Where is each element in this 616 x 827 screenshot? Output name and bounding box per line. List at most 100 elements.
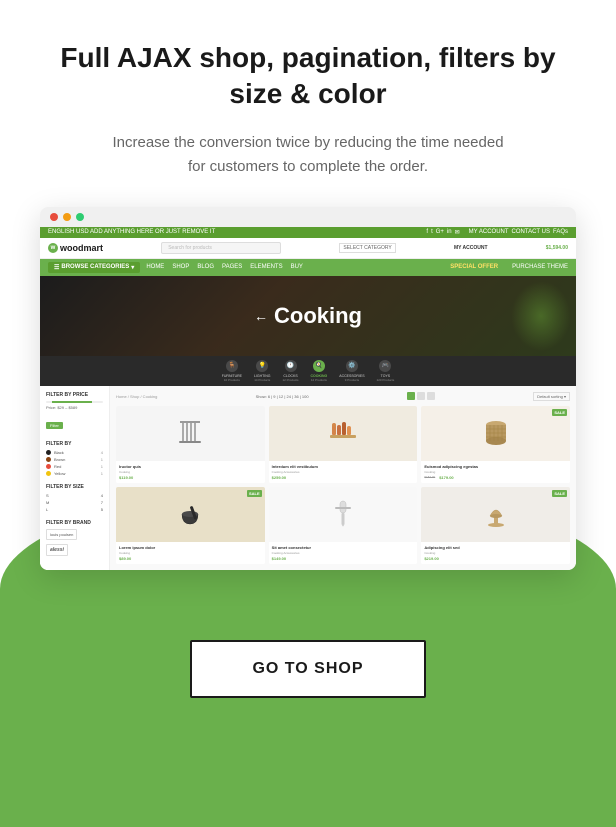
price-range-fill <box>52 401 92 403</box>
product-card-3[interactable]: SALE <box>421 406 570 483</box>
product-cat-2: Cooking Accessories <box>272 470 415 474</box>
grid-view-icon[interactable] <box>407 392 415 400</box>
filter-by-section: FILTER BY Black 4 Brown 1 <box>46 441 103 476</box>
color-dot-black <box>46 450 51 455</box>
nav-buy[interactable]: BUY <box>291 264 303 270</box>
product-card-5[interactable]: Sit amet consectetur Cooking Accessories… <box>269 487 418 564</box>
color-yellow[interactable]: Yellow 1 <box>46 471 103 476</box>
shop-body: FILTER BY PRICE Price: $29 – $589 Filter… <box>40 386 576 570</box>
cart-total[interactable]: $1,594.00 <box>546 245 568 251</box>
nav-pages[interactable]: PAGES <box>222 264 242 270</box>
logo-text: woodmart <box>60 243 103 253</box>
nav-home[interactable]: HOME <box>146 264 164 270</box>
product-name-2: Interdum elit vestibulum <box>272 464 415 469</box>
product-cat-1: Cooking <box>119 470 262 474</box>
browser-dot-green <box>76 213 84 221</box>
top-bar-icons: ftG+in✉ MY ACCOUNT CONTACT US FAQs <box>426 229 568 236</box>
nav-blog[interactable]: BLOG <box>197 264 214 270</box>
shop-header: w woodmart Search for products SELECT CA… <box>40 238 576 259</box>
nav-shop[interactable]: SHOP <box>172 264 189 270</box>
nav-elements[interactable]: ELEMENTS <box>250 264 282 270</box>
go-to-shop-button[interactable]: GO TO SHOP <box>190 640 425 698</box>
product-name-3: Euismod adipiscing egestas <box>424 464 567 469</box>
shop-logo: w woodmart <box>48 243 103 253</box>
product-cat-3: Cooking <box>424 470 567 474</box>
product-info-5: Sit amet consectetur Cooking Accessories… <box>269 542 418 564</box>
category-accessories[interactable]: ⚙️ ACCESSORIES 9 Products <box>339 360 364 382</box>
browser-dot-red <box>50 213 58 221</box>
color-dot-yellow <box>46 471 51 476</box>
filter-brand-title: FILTER BY BRAND <box>46 520 103 526</box>
size-l[interactable]: L5 <box>46 507 103 512</box>
select-category[interactable]: SELECT CATEGORY <box>339 243 395 253</box>
default-sorting[interactable]: Default sorting ▾ <box>533 392 570 401</box>
top-bar-text: ENGLISH USD ADD ANYTHING HERE OR JUST RE… <box>48 229 215 235</box>
product-info-6: Adipiscing elit sed Cooking $219.00 <box>421 542 570 564</box>
nav-links: HOME SHOP BLOG PAGES ELEMENTS BUY <box>146 264 303 270</box>
special-offer[interactable]: SPECIAL OFFER <box>450 264 498 270</box>
my-account[interactable]: MY ACCOUNT <box>454 245 488 251</box>
product-price-3: $179.00 <box>439 475 453 480</box>
product-card-2[interactable]: Interdum elit vestibulum Cooking Accesso… <box>269 406 418 483</box>
compact-view-icon[interactable] <box>427 392 435 400</box>
page-wrapper: Full AJAX shop, pagination, filters by s… <box>0 0 616 827</box>
product-card-4[interactable]: SALE Lorem <box>116 487 265 564</box>
purchase-theme[interactable]: PURCHASE THEME <box>512 264 568 270</box>
product-price-2: $259.00 <box>272 475 415 480</box>
product-info-2: Interdum elit vestibulum Cooking Accesso… <box>269 461 418 483</box>
product-name-5: Sit amet consectetur <box>272 545 415 550</box>
category-lighting[interactable]: 💡 LIGHTING 14 Products <box>254 360 271 382</box>
size-m[interactable]: M7 <box>46 500 103 505</box>
browser-toolbar <box>40 207 576 227</box>
shop-search[interactable]: Search for products <box>161 242 281 254</box>
product-card-6[interactable]: SALE Adipi <box>421 487 570 564</box>
product-price-5: $149.00 <box>272 556 415 561</box>
category-toys[interactable]: 🎮 TOYS 220 Products <box>377 360 395 382</box>
show-label: Show: 6 | 9 | 12 | 24 | 36 | 100 <box>256 394 309 399</box>
hero-title: Cooking <box>274 303 362 329</box>
breadcrumb: Home / Shop / Cooking <box>116 394 157 399</box>
product-grid: Iructor quis Cooking $119.00 <box>116 406 570 564</box>
product-card-1[interactable]: Iructor quis Cooking $119.00 <box>116 406 265 483</box>
filter-price-title: FILTER BY PRICE <box>46 392 103 398</box>
filter-size-title: FILTER BY SIZE <box>46 484 103 490</box>
product-image-4 <box>116 487 265 542</box>
filter-price-section: FILTER BY PRICE Price: $29 – $589 Filter <box>46 392 103 433</box>
shop-nav: ☰ BROWSE CATEGORIES ▾ HOME SHOP BLOG PAG… <box>40 259 576 276</box>
product-cat-6: Cooking <box>424 551 567 555</box>
hero-arrow-icon: ← <box>254 308 268 324</box>
browse-categories-btn[interactable]: ☰ BROWSE CATEGORIES ▾ <box>48 262 140 273</box>
filter-brand-section: FILTER BY BRAND louis poulsen alessi <box>46 520 103 556</box>
product-name-4: Lorem ipsum dolor <box>119 545 262 550</box>
product-name-1: Iructor quis <box>119 464 262 469</box>
category-clocks[interactable]: 🕐 CLOCKS 12 Products <box>283 360 299 382</box>
color-red[interactable]: Red 1 <box>46 464 103 469</box>
brand-louis-poulsen[interactable]: louis poulsen <box>46 529 77 540</box>
category-furniture[interactable]: 🪑 FURNITURE 10 Products <box>222 360 242 382</box>
filter-size-section: FILTER BY SIZE S4 M7 L5 <box>46 484 103 512</box>
logo-icon: w <box>48 243 58 253</box>
grid-view-icons <box>407 392 435 400</box>
content-area: Full AJAX shop, pagination, filters by s… <box>0 0 616 610</box>
color-black[interactable]: Black 4 <box>46 450 103 455</box>
page-title: Full AJAX shop, pagination, filters by s… <box>40 40 576 113</box>
category-cooking[interactable]: 🍳 COOKING 12 Products <box>311 360 328 382</box>
product-info-1: Iructor quis Cooking $119.00 <box>116 461 265 483</box>
product-image-3 <box>421 406 570 461</box>
product-price-4: $89.00 <box>119 556 262 561</box>
browser-mockup: ENGLISH USD ADD ANYTHING HERE OR JUST RE… <box>40 207 576 570</box>
product-image-2 <box>269 406 418 461</box>
product-old-price-3: $187.00 <box>424 475 435 479</box>
sidebar: FILTER BY PRICE Price: $29 – $589 Filter… <box>40 386 110 570</box>
shop-top-bar: ENGLISH USD ADD ANYTHING HERE OR JUST RE… <box>40 227 576 238</box>
brand-alessi[interactable]: alessi <box>46 544 68 556</box>
color-brown[interactable]: Brown 1 <box>46 457 103 462</box>
product-name-6: Adipiscing elit sed <box>424 545 567 550</box>
price-range-slider[interactable] <box>46 401 103 403</box>
size-s[interactable]: S4 <box>46 493 103 498</box>
list-view-icon[interactable] <box>417 392 425 400</box>
product-info-3: Euismod adipiscing egestas Cooking $187.… <box>421 461 570 483</box>
filter-button[interactable]: Filter <box>46 422 63 429</box>
product-image-5 <box>269 487 418 542</box>
product-price-6: $219.00 <box>424 556 567 561</box>
